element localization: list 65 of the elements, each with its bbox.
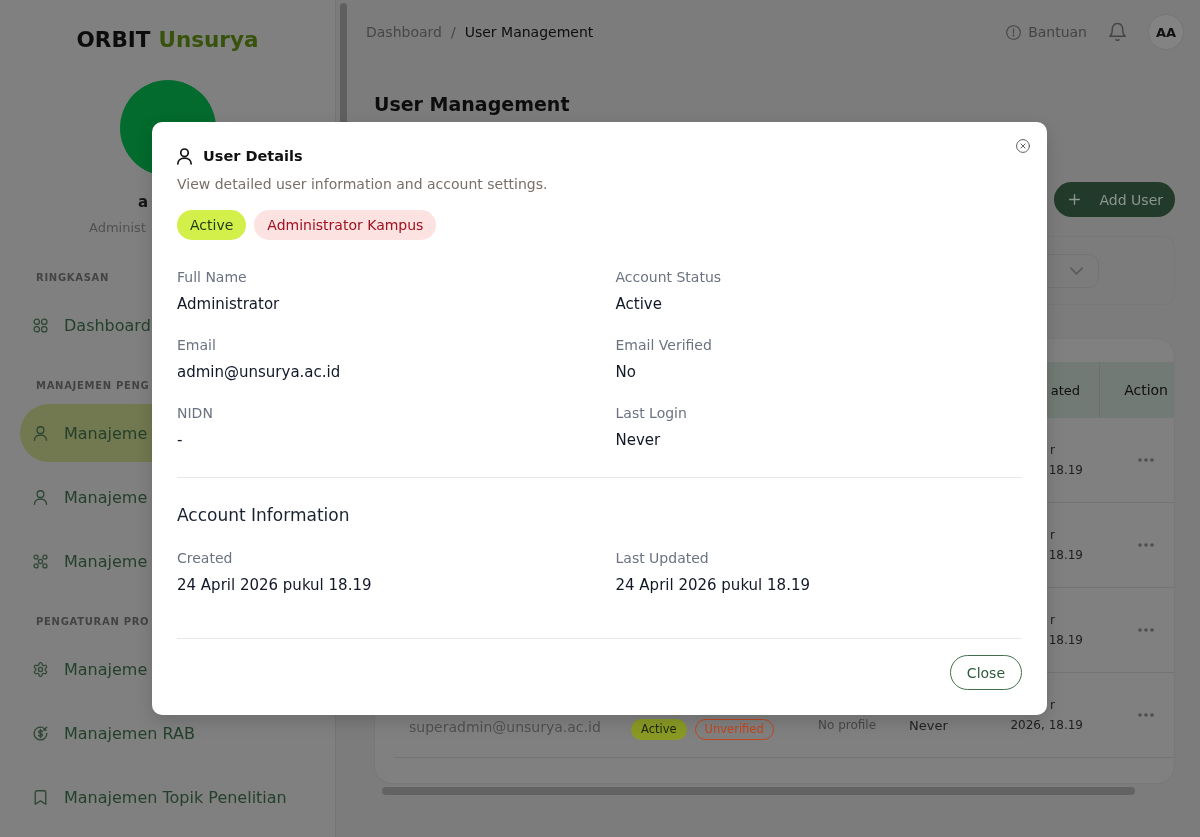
avatar-button[interactable]: AA	[1148, 14, 1184, 50]
add-user-button[interactable]: Add User	[1053, 182, 1175, 217]
dialog-title: User Details	[203, 147, 303, 166]
chevron-down-icon	[1070, 267, 1083, 275]
field-label: Email	[177, 336, 216, 354]
field-value: Administrator	[177, 294, 280, 315]
breadcrumb-separator: /	[450, 24, 456, 40]
user-icon	[33, 425, 48, 441]
more-icon[interactable]	[1138, 713, 1154, 717]
users-icon	[33, 553, 48, 569]
close-button[interactable]: Close	[949, 655, 1022, 690]
field-value: No	[615, 362, 636, 383]
role-badge: Administrator Kampus	[254, 210, 437, 240]
field-value: 24 April 2026 pukul 18.19	[177, 575, 372, 596]
grid-icon	[33, 317, 48, 333]
info-icon	[1006, 24, 1022, 40]
sidebar-item[interactable]: Manajemen RAB	[20, 704, 210, 762]
user-name: a	[138, 192, 149, 212]
gear-icon	[33, 661, 48, 677]
page-title: User Management	[374, 92, 570, 117]
status-badge: Active	[177, 210, 247, 240]
section-heading: MANAJEMEN PENG	[36, 379, 150, 393]
date-text: 2026, 18.19	[1010, 717, 1083, 734]
bell-icon[interactable]	[1109, 23, 1126, 41]
section-heading: RINGKASAN	[36, 271, 110, 285]
dollar-circle-icon	[33, 725, 48, 741]
status-badge: Active	[631, 718, 687, 740]
field-value: Never	[615, 430, 661, 451]
field-value: Active	[615, 294, 662, 315]
user-icon	[177, 147, 192, 165]
breadcrumb-item: User Management	[464, 24, 594, 40]
field-value: admin@unsurya.ac.id	[177, 362, 341, 383]
date-text: r	[1050, 697, 1055, 714]
field-value: 24 April 2026 pukul 18.19	[615, 575, 810, 596]
field-value: -	[177, 430, 183, 451]
field-label: Account Status	[615, 268, 722, 286]
date-text: 18.19	[1048, 547, 1083, 564]
field-label: Last Updated	[615, 549, 709, 567]
field-label: Full Name	[177, 268, 247, 286]
column-header: Action	[1099, 362, 1174, 418]
last-login-text: Never	[909, 717, 948, 733]
more-icon[interactable]	[1138, 543, 1154, 547]
plus-icon	[1068, 194, 1080, 205]
sidebar-item[interactable]: Manajeme	[20, 640, 185, 698]
section-heading: PENGATURAN PRO	[36, 615, 150, 629]
logo-text: ORBIT	[76, 26, 151, 54]
date-text: r	[1050, 612, 1055, 629]
bookmark-icon	[33, 789, 48, 805]
date-text: r	[1050, 442, 1055, 459]
close-icon[interactable]	[1016, 139, 1030, 153]
more-icon[interactable]	[1138, 458, 1154, 462]
more-icon[interactable]	[1138, 628, 1154, 632]
section-title: Account Information	[177, 504, 350, 526]
field-label: Email Verified	[615, 336, 712, 354]
date-text: 18.19	[1048, 462, 1083, 479]
field-label: Last Login	[615, 404, 687, 422]
logo-text: Unsurya	[158, 26, 259, 54]
help-button[interactable]: Bantuan	[1006, 24, 1087, 40]
scrollbar-thumb[interactable]	[382, 787, 1135, 795]
sidebar-item[interactable]: Manajemen Topik Penelitian	[20, 768, 302, 826]
user-icon	[33, 489, 48, 505]
field-label: Created	[177, 549, 233, 567]
date-text: 18.19	[1048, 632, 1083, 649]
date-text: r	[1050, 527, 1055, 544]
dialog-subtitle: View detailed user information and account settings.	[177, 175, 548, 193]
